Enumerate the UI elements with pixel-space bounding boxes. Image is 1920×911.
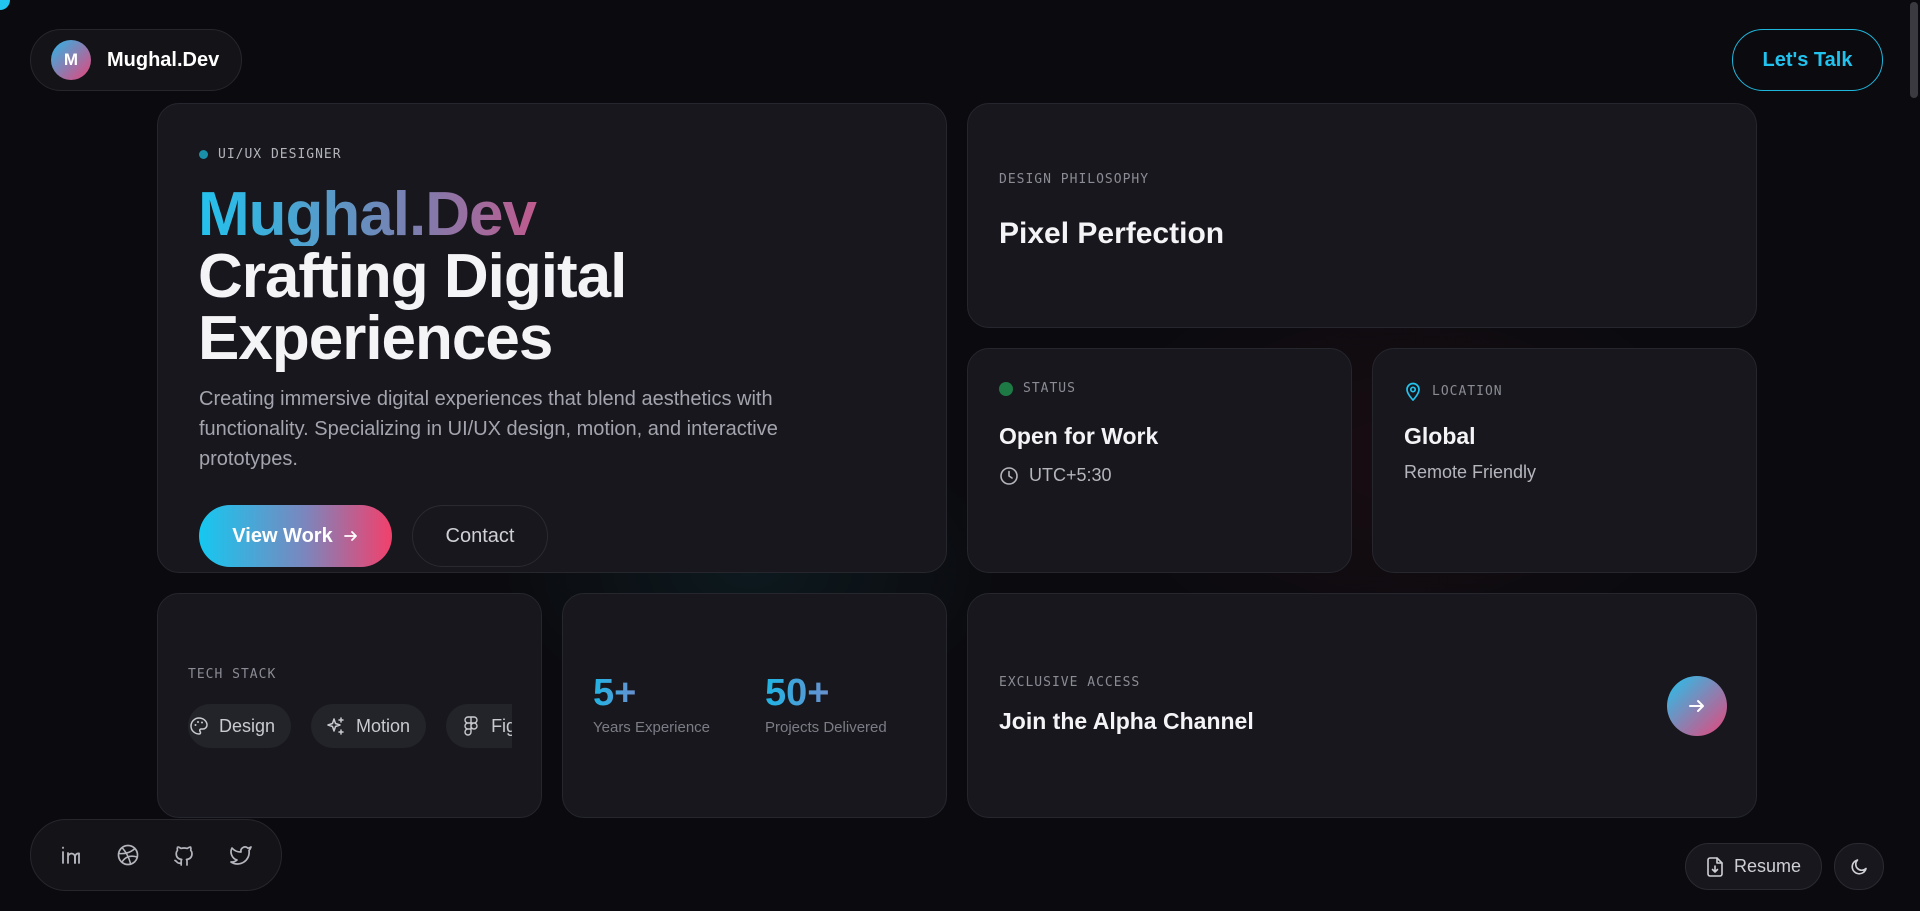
status-title: Open for Work	[999, 423, 1159, 449]
hero-tag-label: UI/UX DESIGNER	[218, 147, 342, 162]
github-icon[interactable]	[170, 841, 198, 869]
stat-value: 5+	[593, 672, 637, 714]
brand-pill[interactable]: M Mughal.Dev	[30, 29, 242, 91]
social-links	[30, 819, 282, 891]
file-download-icon	[1706, 856, 1724, 877]
stat-projects: 50+ Projects Delivered	[765, 671, 887, 736]
view-work-button[interactable]: View Work	[199, 505, 392, 567]
map-pin-icon	[1404, 381, 1422, 401]
tech-chip-label: Design	[219, 715, 276, 736]
cursor-glow	[0, 0, 10, 10]
lets-talk-button[interactable]: Let's Talk	[1732, 29, 1883, 91]
theme-toggle-button[interactable]	[1834, 843, 1884, 890]
moon-icon	[1849, 857, 1869, 877]
brand-logo: M	[51, 40, 91, 80]
philosophy-label: DESIGN PHILOSOPHY	[999, 172, 1150, 187]
status-label: STATUS	[1023, 381, 1076, 396]
stat-label: Years Experience	[593, 719, 711, 736]
resume-label: Resume	[1733, 856, 1802, 876]
contact-button[interactable]: Contact	[412, 505, 548, 567]
stats-card: 5+ Years Experience 50+ Projects Deliver…	[562, 593, 947, 818]
twitter-icon[interactable]	[227, 841, 255, 869]
location-card: LOCATION Global Remote Friendly	[1372, 348, 1757, 573]
location-label: LOCATION	[1432, 383, 1503, 399]
tech-chip-label: Motion	[356, 715, 411, 736]
tag-dot-icon	[199, 150, 208, 159]
hero-title: Mughal.Dev Crafting Digital Experiences	[198, 184, 627, 373]
hero-tag: UI/UX DESIGNER	[199, 147, 342, 162]
dribbble-icon[interactable]	[114, 841, 142, 869]
alpha-channel-card[interactable]: EXCLUSIVE ACCESS Join the Alpha Channel	[967, 593, 1757, 818]
hero-title-line2: Experiences	[198, 304, 553, 373]
brand-name: Mughal.Dev	[107, 48, 220, 71]
view-work-label: View Work	[232, 524, 333, 547]
tech-stack-card: TECH STACK Design Motion Figma	[157, 593, 542, 818]
philosophy-title: Pixel Perfection	[999, 217, 1225, 250]
linkedin-icon[interactable]	[57, 841, 85, 869]
hero-title-line1: Crafting Digital	[198, 242, 627, 311]
stat-label: Projects Delivered	[765, 719, 887, 736]
sparkles-icon	[325, 715, 347, 737]
hero-description: Creating immersive digital experiences t…	[199, 388, 778, 470]
hero-card: UI/UX DESIGNER Mughal.Dev Crafting Digit…	[157, 103, 947, 573]
palette-icon	[188, 715, 210, 737]
tech-chip-motion[interactable]: Motion	[311, 704, 427, 748]
tech-chip-figma[interactable]: Figma	[446, 704, 512, 748]
clock-icon	[999, 466, 1019, 486]
timezone-text: UTC+5:30	[1029, 465, 1112, 485]
tech-chip-design[interactable]: Design	[188, 704, 292, 748]
location-subtitle: Remote Friendly	[1404, 462, 1537, 482]
figma-icon	[460, 715, 482, 737]
status-card: STATUS Open for Work UTC+5:30	[967, 348, 1352, 573]
tech-chip-label: Figma	[491, 715, 512, 736]
tech-chip-list[interactable]: Design Motion Figma	[188, 704, 512, 748]
scrollbar[interactable]	[1910, 2, 1918, 98]
alpha-label: EXCLUSIVE ACCESS	[999, 675, 1141, 690]
stat-value: 50+	[765, 672, 830, 714]
location-title: Global	[1404, 423, 1476, 449]
philosophy-card: DESIGN PHILOSOPHY Pixel Perfection	[967, 103, 1757, 328]
status-dot-icon	[999, 381, 1013, 396]
arrow-right-icon	[1687, 696, 1707, 716]
tech-stack-label: TECH STACK	[188, 667, 277, 682]
join-alpha-button[interactable]	[1667, 676, 1727, 736]
hero-title-brand: Mughal.Dev	[198, 184, 626, 246]
alpha-title: Join the Alpha Channel	[999, 708, 1254, 734]
arrow-right-icon	[343, 528, 359, 544]
resume-button[interactable]: Resume	[1685, 843, 1822, 890]
stat-years: 5+ Years Experience	[593, 671, 710, 736]
